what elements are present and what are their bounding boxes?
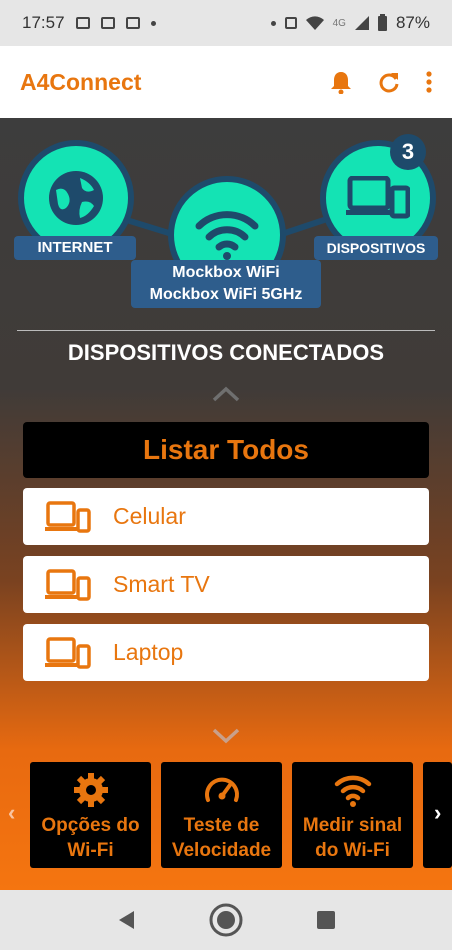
wifi-name-1: Mockbox WiFi (172, 264, 280, 281)
device-row-smart-tv[interactable]: Smart TV (23, 556, 429, 613)
network-type: 4G (332, 17, 346, 29)
wifi-status-icon (305, 16, 324, 30)
refresh-icon[interactable] (378, 71, 400, 93)
vibrate-icon (284, 17, 297, 29)
app-title: A4Connect (20, 68, 142, 95)
devices-icon (45, 500, 91, 533)
network-diagram: INTERNET Mockbox WiFi Mockbox WiFi 5GHz … (0, 118, 452, 328)
devices-icon (346, 176, 410, 219)
wifi-icon (195, 211, 259, 260)
news-icon (100, 17, 115, 29)
divider (17, 330, 435, 331)
game-icon (125, 17, 140, 29)
devices-icon (45, 636, 91, 669)
devices-label: DISPOSITIVOS (314, 236, 438, 260)
wifi-icon (334, 775, 371, 807)
device-name: Celular (113, 503, 186, 529)
more-notifications-icon (150, 20, 156, 26)
main-content: INTERNET Mockbox WiFi Mockbox WiFi 5GHz … (0, 118, 452, 890)
carousel-left-arrow[interactable]: ‹ (8, 800, 15, 826)
devices-icon (45, 568, 91, 601)
device-name: Laptop (113, 639, 184, 665)
signal-icon (354, 16, 369, 30)
status-time: 17:57 (22, 13, 65, 32)
list-all-button[interactable]: Listar Todos (23, 422, 429, 478)
chevron-up-icon[interactable] (212, 386, 240, 402)
tool-wifi-signal[interactable]: Medir sinal do Wi-Fi (292, 762, 413, 868)
wifi-names-label: Mockbox WiFi Mockbox WiFi 5GHz (131, 260, 321, 308)
chevron-down-icon[interactable] (212, 728, 240, 744)
alarm-dot-icon (270, 20, 276, 26)
tool-speed-test[interactable]: Teste de Velocidade (161, 762, 282, 868)
app-bar: A4Connect (0, 46, 452, 118)
speedometer-icon (204, 777, 239, 802)
recents-icon[interactable] (316, 910, 336, 930)
status-bar: 17:57 4G 87% (0, 0, 452, 46)
tool-label-line1: Opções do (41, 815, 140, 836)
devices-count-badge: 3 (390, 134, 426, 170)
back-icon[interactable] (116, 909, 136, 931)
globe-icon (49, 171, 103, 225)
gear-icon (73, 773, 108, 807)
tool-label-line2: Wi-Fi (67, 840, 114, 861)
tool-label-line1: Teste de (183, 815, 260, 836)
tool-label-line1: Medir sinal (302, 815, 403, 836)
device-name: Smart TV (113, 571, 210, 597)
tool-label-line2: do Wi-Fi (315, 840, 390, 861)
battery-percent: 87% (395, 13, 430, 32)
tool-label-line2: Velocidade (171, 840, 272, 861)
wifi-name-2: Mockbox WiFi 5GHz (149, 286, 303, 303)
battery-icon (377, 13, 387, 31)
more-vert-icon[interactable] (426, 71, 432, 93)
bell-icon[interactable] (330, 70, 352, 94)
tool-wifi-options[interactable]: Opções do Wi-Fi (30, 762, 151, 868)
notification-icon (75, 17, 90, 29)
navigation-bar (0, 890, 452, 950)
carousel-right-arrow[interactable]: › (434, 800, 441, 826)
tools-carousel[interactable]: ‹ Opções do Wi-Fi Teste de Velocidade Me… (0, 762, 452, 874)
device-row-celular[interactable]: Celular (23, 488, 429, 545)
device-row-laptop[interactable]: Laptop (23, 624, 429, 681)
section-title: DISPOSITIVOS CONECTADOS (67, 340, 385, 365)
home-icon[interactable] (208, 902, 244, 938)
internet-label: INTERNET (14, 236, 136, 260)
